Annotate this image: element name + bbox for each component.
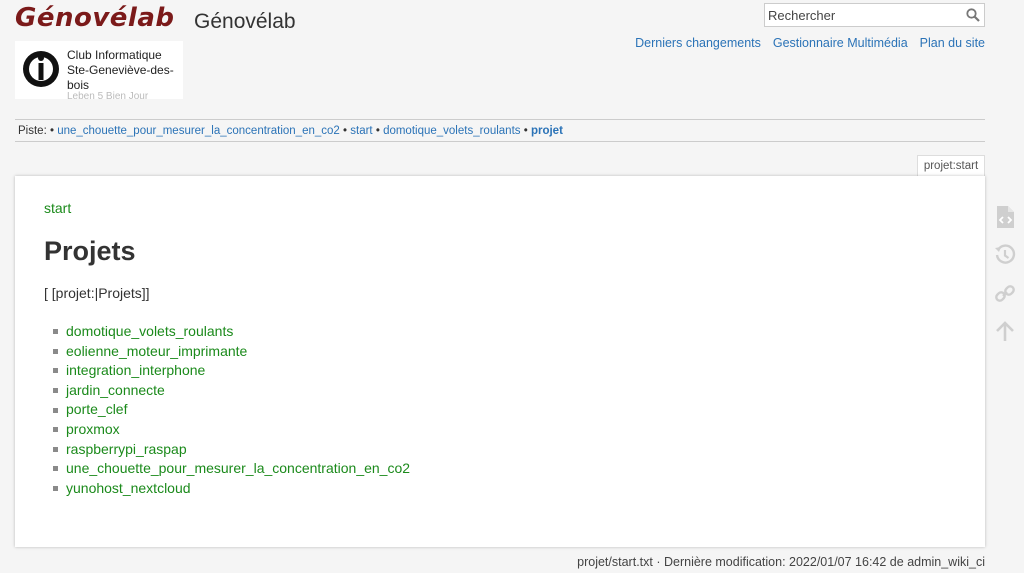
bullet-icon [53,427,58,433]
club-name: Club Informatique Ste-Geneviève-des-bois [67,48,174,92]
project-list: domotique_volets_roulants eolienne_moteu… [53,322,410,498]
page-title: Projets [44,236,136,266]
list-item: une_chouette_pour_mesurer_la_concentrati… [53,459,410,479]
breadcrumb-item[interactable]: domotique_volets_roulants [383,125,520,137]
divider [15,141,985,142]
page-content: start Projets [ [projet:|Projets]] domot… [15,176,985,547]
divider [15,119,985,120]
backlinks-icon[interactable] [994,283,1016,305]
media-manager-link[interactable]: Gestionnaire Multimédia [773,36,908,50]
page-crumb-link[interactable]: start [44,200,71,216]
doc-info: projet/start.txt · Dernière modification… [577,555,985,569]
list-item: integration_interphone [53,361,410,381]
search-icon [966,8,980,22]
project-link[interactable]: jardin_connecte [66,381,165,401]
project-link[interactable]: porte_clef [66,400,127,420]
project-link[interactable]: integration_interphone [66,361,205,381]
club-logo[interactable]: Club Informatique Ste-Geneviève-des-bois… [15,41,183,99]
page-id-tab: projet:start [917,155,985,177]
list-item: yunohost_nextcloud [53,479,410,499]
breadcrumb-label: Piste: [18,125,47,137]
project-link[interactable]: yunohost_nextcloud [66,479,191,499]
bullet-icon [53,466,58,472]
club-emblem-icon [23,51,59,87]
project-link[interactable]: domotique_volets_roulants [66,322,233,342]
search-button[interactable] [964,6,982,24]
back-to-top-icon[interactable] [994,321,1016,343]
list-item: raspberrypi_raspap [53,440,410,460]
site-tools: Derniers changements Gestionnaire Multim… [635,36,985,50]
list-item: jardin_connecte [53,381,410,401]
recent-changes-link[interactable]: Derniers changements [635,36,761,50]
show-source-icon[interactable] [994,205,1016,228]
breadcrumb-item[interactable]: une_chouette_pour_mesurer_la_concentrati… [57,125,340,137]
bullet-icon [53,388,58,394]
project-link[interactable]: eolienne_moteur_imprimante [66,342,247,362]
bullet-icon [53,368,58,374]
project-link[interactable]: une_chouette_pour_mesurer_la_concentrati… [66,459,410,479]
bullet-icon [53,329,58,335]
bullet-icon [53,407,58,413]
bullet-icon [53,348,58,354]
search-form [764,3,985,27]
bullet-icon [53,446,58,452]
site-title[interactable]: Génovélab [194,10,296,34]
project-link[interactable]: proxmox [66,420,120,440]
bullet-icon [53,486,58,492]
site-logo-text[interactable]: Génovélab [15,3,175,33]
wiki-text: [ [projet:|Projets]] [44,285,150,301]
list-item: domotique_volets_roulants [53,322,410,342]
club-tagline: Leben 5 Bien Jour [67,91,149,99]
search-input[interactable] [765,4,960,26]
breadcrumb-current[interactable]: projet [531,125,563,137]
project-link[interactable]: raspberrypi_raspap [66,440,187,460]
breadcrumb: Piste: • une_chouette_pour_mesurer_la_co… [18,125,563,137]
breadcrumb-item[interactable]: start [350,125,372,137]
old-revisions-icon[interactable] [994,244,1016,266]
list-item: porte_clef [53,400,410,420]
list-item: proxmox [53,420,410,440]
list-item: eolienne_moteur_imprimante [53,342,410,362]
sitemap-link[interactable]: Plan du site [920,36,985,50]
